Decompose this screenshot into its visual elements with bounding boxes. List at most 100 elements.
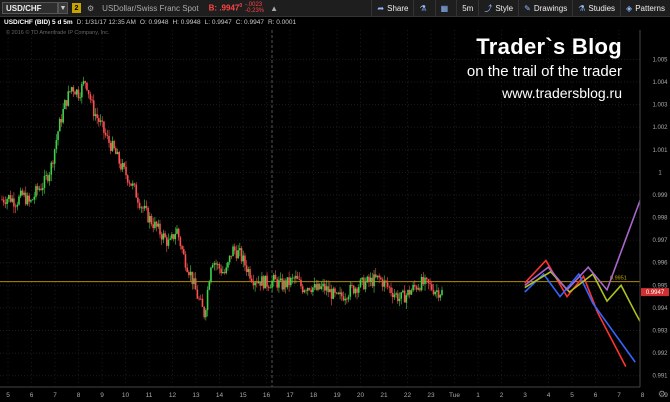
flask-button[interactable]: ⚗: [413, 0, 434, 16]
price-change: -.0023 -0.23%: [245, 2, 265, 14]
open-readout: O: 0.9948: [139, 18, 169, 26]
candle-body: [335, 292, 338, 294]
patterns-button[interactable]: ◈ Patterns: [620, 0, 670, 16]
x-tick-label: 6: [594, 392, 598, 399]
studies-icon: ⚗: [578, 3, 586, 13]
timeframe-button[interactable]: 5m: [456, 0, 478, 16]
time-axis[interactable]: 5 6 7 8 9 10 11 12 13 14 15 16 17 18 19 20 21 22 23 Tue 1 2 3 4…: [0, 386, 670, 399]
candle-body: [52, 162, 54, 164]
candle-body: [152, 224, 154, 229]
candle-body: [230, 255, 233, 257]
candle-body: [278, 280, 280, 288]
candle-body: [247, 269, 250, 273]
candle-body: [77, 89, 80, 99]
candle-body: [284, 280, 287, 288]
blog-watermark: Trader`s Blog on the trail of the trader…: [467, 34, 622, 101]
candle-body: [188, 271, 190, 276]
candle-body: [390, 287, 392, 293]
candle-body: [279, 278, 282, 281]
blog-url: www.tradersblog.ru: [502, 85, 622, 101]
candle-body: [388, 286, 391, 288]
candle-body: [147, 207, 149, 223]
grid-button[interactable]: ▦: [434, 0, 457, 16]
candle-body: [38, 188, 41, 190]
candle-body: [9, 195, 12, 202]
y-tick-label: 0.993: [652, 329, 668, 335]
candle-body: [220, 268, 222, 274]
candle-body: [120, 163, 122, 170]
candle-body: [19, 190, 22, 197]
candle-body: [436, 290, 438, 292]
candle-body: [33, 196, 36, 200]
style-button[interactable]: ⤴ Style: [478, 0, 518, 16]
alert-icon[interactable]: ▲: [270, 4, 278, 13]
symbol-dropdown-icon[interactable]: ▼: [58, 2, 68, 14]
settings-icon[interactable]: ⚙: [87, 4, 94, 13]
candle-body: [301, 286, 304, 293]
candle-body: [47, 175, 49, 182]
candle-body: [306, 287, 309, 291]
candle-body: [45, 175, 47, 177]
candle-body: [347, 296, 350, 300]
candle-body: [160, 234, 163, 240]
candle-body: [242, 255, 245, 262]
x-tick-label: 16: [263, 392, 271, 399]
candle-body: [184, 254, 187, 268]
price-axis[interactable]: 1.0051.0041.0031.0021.00110.9990.9980.99…: [639, 30, 670, 387]
candle-body: [113, 140, 115, 149]
axis-settings-icon[interactable]: ⚙: [658, 389, 666, 400]
x-tick-label: 1: [476, 392, 480, 399]
candle-body: [293, 277, 296, 279]
candle-body: [427, 279, 430, 284]
candle-body: [342, 296, 345, 301]
candle-body: [196, 289, 199, 299]
x-tick-label: 4: [547, 392, 551, 399]
candle-body: [138, 202, 141, 208]
candle-body: [157, 223, 160, 227]
candle-body: [23, 192, 25, 195]
link-group-badge[interactable]: 2: [72, 3, 81, 13]
candle-body: [378, 275, 380, 278]
share-button[interactable]: ➦ Share: [371, 0, 413, 16]
candle-body: [225, 267, 228, 274]
bid-price: B: .99470: [208, 3, 243, 13]
candle-body: [165, 237, 168, 246]
candle-body: [437, 290, 440, 298]
candle-body: [143, 205, 146, 209]
candle-body: [172, 234, 175, 240]
candle-body: [239, 248, 241, 251]
candle-body: [87, 90, 90, 95]
drawings-button[interactable]: ✎ Drawings: [518, 0, 572, 16]
candle-body: [99, 120, 102, 122]
x-tick-label: Tue: [449, 392, 460, 399]
candle-body: [419, 288, 421, 291]
candle-body: [108, 135, 110, 143]
candle-body: [206, 289, 209, 311]
candle-body: [101, 120, 104, 122]
studies-button[interactable]: ⚗ Studies: [572, 0, 620, 16]
candle-body: [334, 288, 336, 293]
candle-body: [91, 99, 93, 101]
candle-body: [218, 263, 221, 269]
x-tick-label: 11: [146, 392, 153, 399]
candle-body: [339, 292, 341, 295]
candle-body: [237, 250, 239, 259]
candle-body: [357, 287, 360, 293]
blog-title: Trader`s Blog: [476, 34, 622, 59]
candle-body: [94, 114, 97, 117]
candle-body: [329, 289, 331, 293]
candle-body: [84, 81, 87, 83]
candle-body: [223, 271, 226, 274]
x-tick-label: 19: [333, 392, 341, 399]
candle-body: [74, 91, 76, 95]
symbol-input[interactable]: USD/CHF: [2, 2, 58, 14]
candle-body: [269, 287, 272, 289]
candle-body: [96, 114, 98, 119]
candle-body: [385, 280, 387, 283]
close-readout: C: 0.9947: [235, 18, 264, 26]
candle-body: [233, 246, 236, 251]
y-tick-label: 0.992: [652, 351, 668, 357]
candle-body: [208, 282, 211, 290]
candle-body: [70, 87, 73, 92]
candle-body: [72, 87, 75, 92]
